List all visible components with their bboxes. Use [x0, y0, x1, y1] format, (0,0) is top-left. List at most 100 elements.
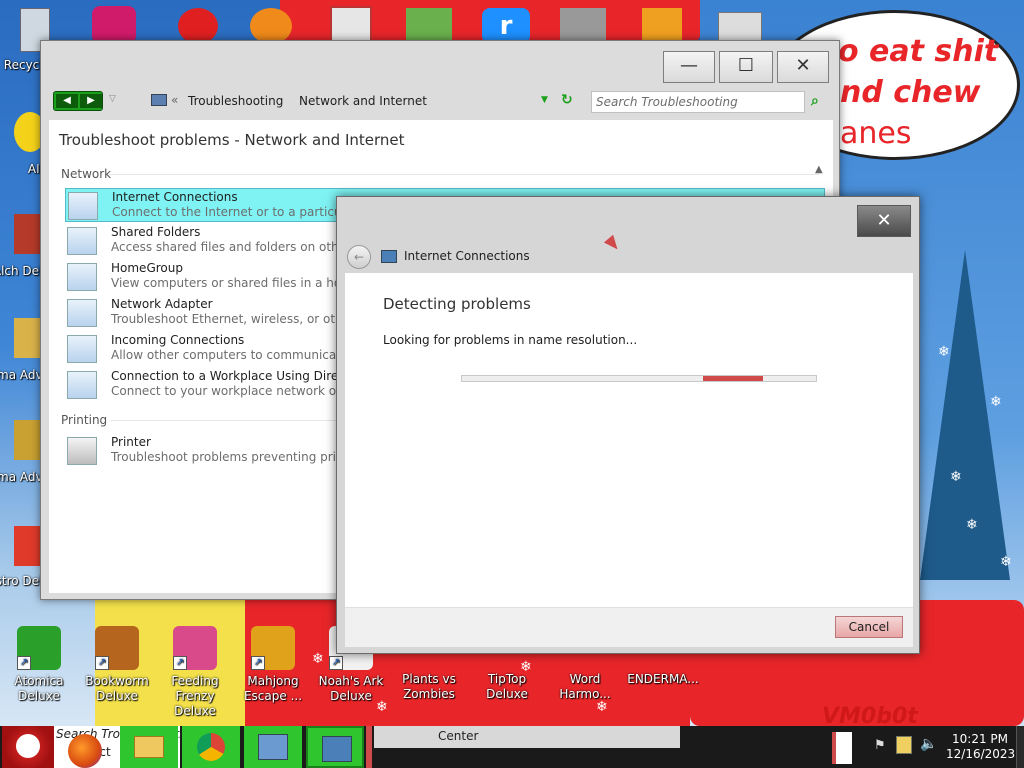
internet-connections-small-icon [381, 250, 397, 263]
refresh-icon[interactable]: ↻ [561, 92, 573, 108]
close-icon: ✕ [876, 210, 892, 231]
shared-folders-icon [67, 227, 97, 255]
desktop-icon-label: Plants vs Zombies [402, 672, 456, 701]
app-icon-top-1[interactable] [92, 6, 136, 44]
taskbar-explorer-button[interactable] [120, 726, 178, 768]
desktop-icon-atomica[interactable]: ↗ Atomica Deluxe [0, 626, 78, 704]
mouse-cursor-icon [603, 234, 623, 254]
troubleshooter-icon [322, 736, 352, 762]
back-forward-buttons: ◀ ▶ [53, 91, 103, 111]
dialog-heading: Detecting problems [383, 295, 531, 313]
desktop-icon-label: Word Harmo... [559, 672, 611, 701]
close-button[interactable]: ✕ [777, 51, 829, 83]
dialog-footer: Cancel [345, 607, 913, 647]
shortcut-arrow-icon: ↗ [95, 656, 109, 670]
background-tree [920, 250, 1010, 580]
desktop-icon-label: Noah's Ark Deluxe [318, 674, 384, 703]
show-desktop-button[interactable] [1016, 726, 1024, 768]
item-title: Internet Connections [112, 190, 238, 204]
desktop-icon-label: Bookworm Deluxe [85, 674, 149, 703]
section-divider [109, 174, 819, 175]
speech-text-1: o eat shit [838, 34, 999, 69]
mahjong-icon: ↗ [251, 626, 295, 670]
address-dropdown-icon[interactable]: ▼ [541, 95, 548, 105]
network-adapter-icon [67, 299, 97, 327]
maximize-button[interactable]: ☐ [719, 51, 773, 83]
speech-text-3: anes [840, 116, 912, 151]
desktop-icon-plants-vs-zombies[interactable]: Plants vs Zombies [390, 672, 468, 702]
desktop-icon-bookworm[interactable]: ↗ Bookworm Deluxe [78, 626, 156, 704]
app-icon-top-4[interactable] [406, 8, 452, 44]
app-icon-top-3[interactable] [330, 6, 372, 44]
desktop-icon-label: Feeding Frenzy Deluxe [171, 674, 219, 718]
back-arrow-icon[interactable]: ◀ [56, 94, 78, 108]
troubleshooter-dialog: ✕ ← Internet Connections Detecting probl… [336, 196, 920, 654]
desktop-icon-label: TipTop Deluxe [486, 672, 528, 701]
search-icon[interactable]: ⌕ [811, 93, 819, 109]
app-icon-top-2[interactable] [178, 8, 218, 44]
dialog-status: Looking for problems in name resolution.… [383, 333, 638, 347]
network-status-icon[interactable]: ⚑ [874, 738, 886, 753]
desktop-icon-feeding-frenzy[interactable]: ↗ Feeding Frenzy Deluxe [156, 626, 234, 719]
directaccess-icon [67, 371, 97, 399]
progress-bar-fill [702, 376, 763, 381]
taskbar-separator [366, 726, 372, 768]
dialog-body: Detecting problems Looking for problems … [345, 273, 913, 607]
shortcut-arrow-icon: ↗ [329, 656, 343, 670]
desktop-icon-word-harmony[interactable]: Word Harmo... [546, 672, 624, 702]
snowflake-icon: ❄ [990, 394, 1002, 410]
cancel-button[interactable]: Cancel [835, 616, 903, 638]
desktop-icon-label: Mahjong Escape ... [243, 674, 303, 703]
breadcrumb-troubleshooting[interactable]: Troubleshooting [188, 94, 283, 108]
app-icon-top-5[interactable]: r [482, 8, 530, 44]
taskbar-control-panel-button[interactable] [244, 726, 302, 768]
desktop-icon-label: Atomica Deluxe [14, 674, 64, 703]
clock-time[interactable]: 10:21 PM [952, 732, 1008, 746]
dialog-close-button[interactable]: ✕ [857, 205, 911, 237]
snowflake-icon: ❄ [950, 469, 962, 485]
collapse-chevron-icon[interactable]: ▲ [815, 164, 823, 175]
shortcut-arrow-icon: ↗ [173, 656, 187, 670]
section-printing-label: Printing [61, 413, 108, 427]
breadcrumb-network-internet[interactable]: Network and Internet [299, 94, 427, 108]
homegroup-icon [67, 263, 97, 291]
desktop-icon-tiptop[interactable]: TipTop Deluxe [468, 672, 546, 702]
feeding-frenzy-icon: ↗ [173, 626, 217, 670]
control-panel-icon [258, 734, 288, 760]
snowflake-icon: ❄ [938, 344, 950, 360]
taskbar-toolbar[interactable]: Center [374, 726, 680, 748]
taskbar-troubleshooter-button[interactable] [306, 726, 364, 768]
firefox-taskbar-icon[interactable] [68, 734, 102, 768]
shortcut-arrow-icon: ↗ [251, 656, 265, 670]
search-placeholder: Search Troubleshooting [596, 95, 738, 109]
santa-start-icon [16, 734, 40, 758]
desktop-icon-label: ENDERMA... [627, 672, 699, 686]
control-panel-icon [151, 94, 167, 106]
file-explorer-icon [134, 736, 164, 758]
dialog-header-title: Internet Connections [404, 249, 530, 263]
search-input[interactable]: Search Troubleshooting [591, 91, 805, 113]
start-button[interactable] [2, 726, 54, 768]
snowflake-icon: ❄ [966, 517, 978, 533]
app-icon-top-6[interactable] [560, 8, 606, 44]
recent-pages-chevron-icon[interactable]: ▽ [109, 94, 116, 104]
app-icon-top-7[interactable] [642, 8, 682, 44]
desktop-left-icons: Recycle AIM Alch Delu Ama Adve Ama Adve … [0, 0, 50, 600]
notification-widget[interactable] [832, 732, 852, 764]
item-title: Incoming Connections [111, 333, 245, 347]
item-title: Shared Folders [111, 225, 201, 239]
minimize-button[interactable]: — [663, 51, 715, 83]
chrome-icon [197, 733, 225, 761]
section-network-label: Network [61, 167, 112, 181]
firefox-desktop-icon[interactable] [250, 8, 292, 44]
volume-icon[interactable]: 🔈 [920, 736, 937, 752]
taskbar-chrome-button[interactable] [182, 726, 240, 768]
action-center-icon[interactable] [896, 736, 912, 754]
desktop-icon-mahjong[interactable]: ↗ Mahjong Escape ... [234, 626, 312, 704]
forward-arrow-icon[interactable]: ▶ [80, 94, 102, 108]
dialog-back-button[interactable]: ← [347, 245, 371, 269]
taskbar: Search Troubleshooting ect Center ⚑ 🔈 10… [0, 726, 1024, 768]
clock-date[interactable]: 12/16/2023 [946, 747, 1015, 761]
desktop-icon-enderman[interactable]: ENDERMA... [624, 672, 702, 687]
breadcrumb-overflow-icon[interactable]: « [171, 93, 178, 107]
